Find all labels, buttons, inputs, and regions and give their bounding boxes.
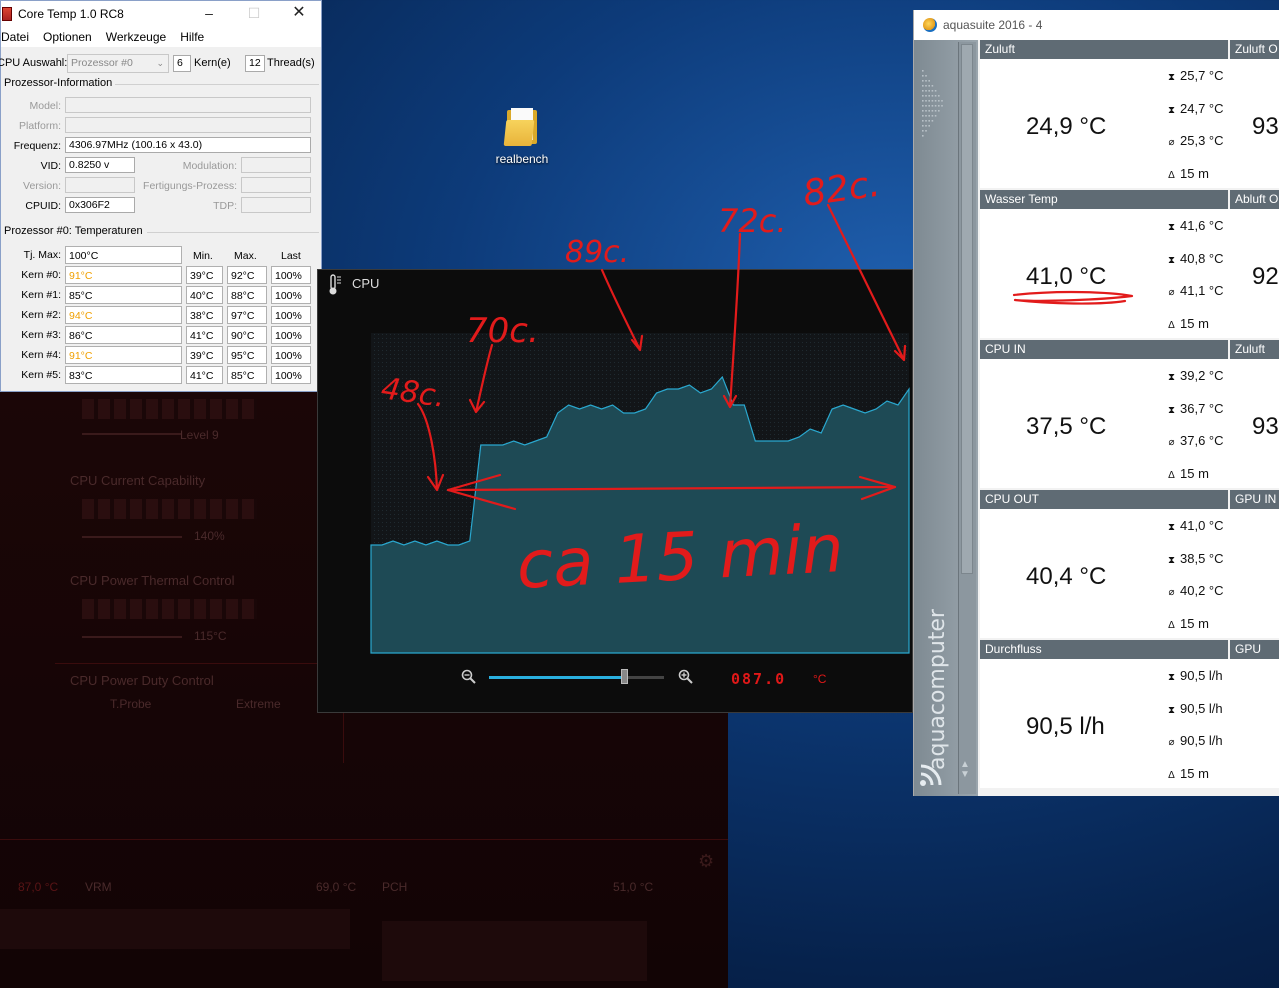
annotation-arrow-72 <box>722 232 742 409</box>
annotation-text-15min: ca 15 min <box>515 510 846 604</box>
annotation-arrowhead-left <box>446 473 517 511</box>
annotation-arrow-82 <box>826 203 907 362</box>
annotation-text-89: 89c. <box>565 235 629 270</box>
annotation-double-arrow <box>446 485 897 492</box>
annotation-text-48: 48c. <box>379 371 447 415</box>
annotation-arrow-48 <box>416 402 445 492</box>
annotation-text-72: 72c. <box>718 202 786 240</box>
red-annotations: 48c. 70c. 89c. 72c. 82c. ca 15 min <box>379 164 1134 604</box>
annotation-arrow-89 <box>600 268 644 352</box>
annotation-text-82: 82c. <box>801 164 883 215</box>
annotation-arrow-70 <box>468 343 494 414</box>
annotation-text-70: 70c. <box>466 311 539 351</box>
annotation-underline <box>1012 290 1134 305</box>
